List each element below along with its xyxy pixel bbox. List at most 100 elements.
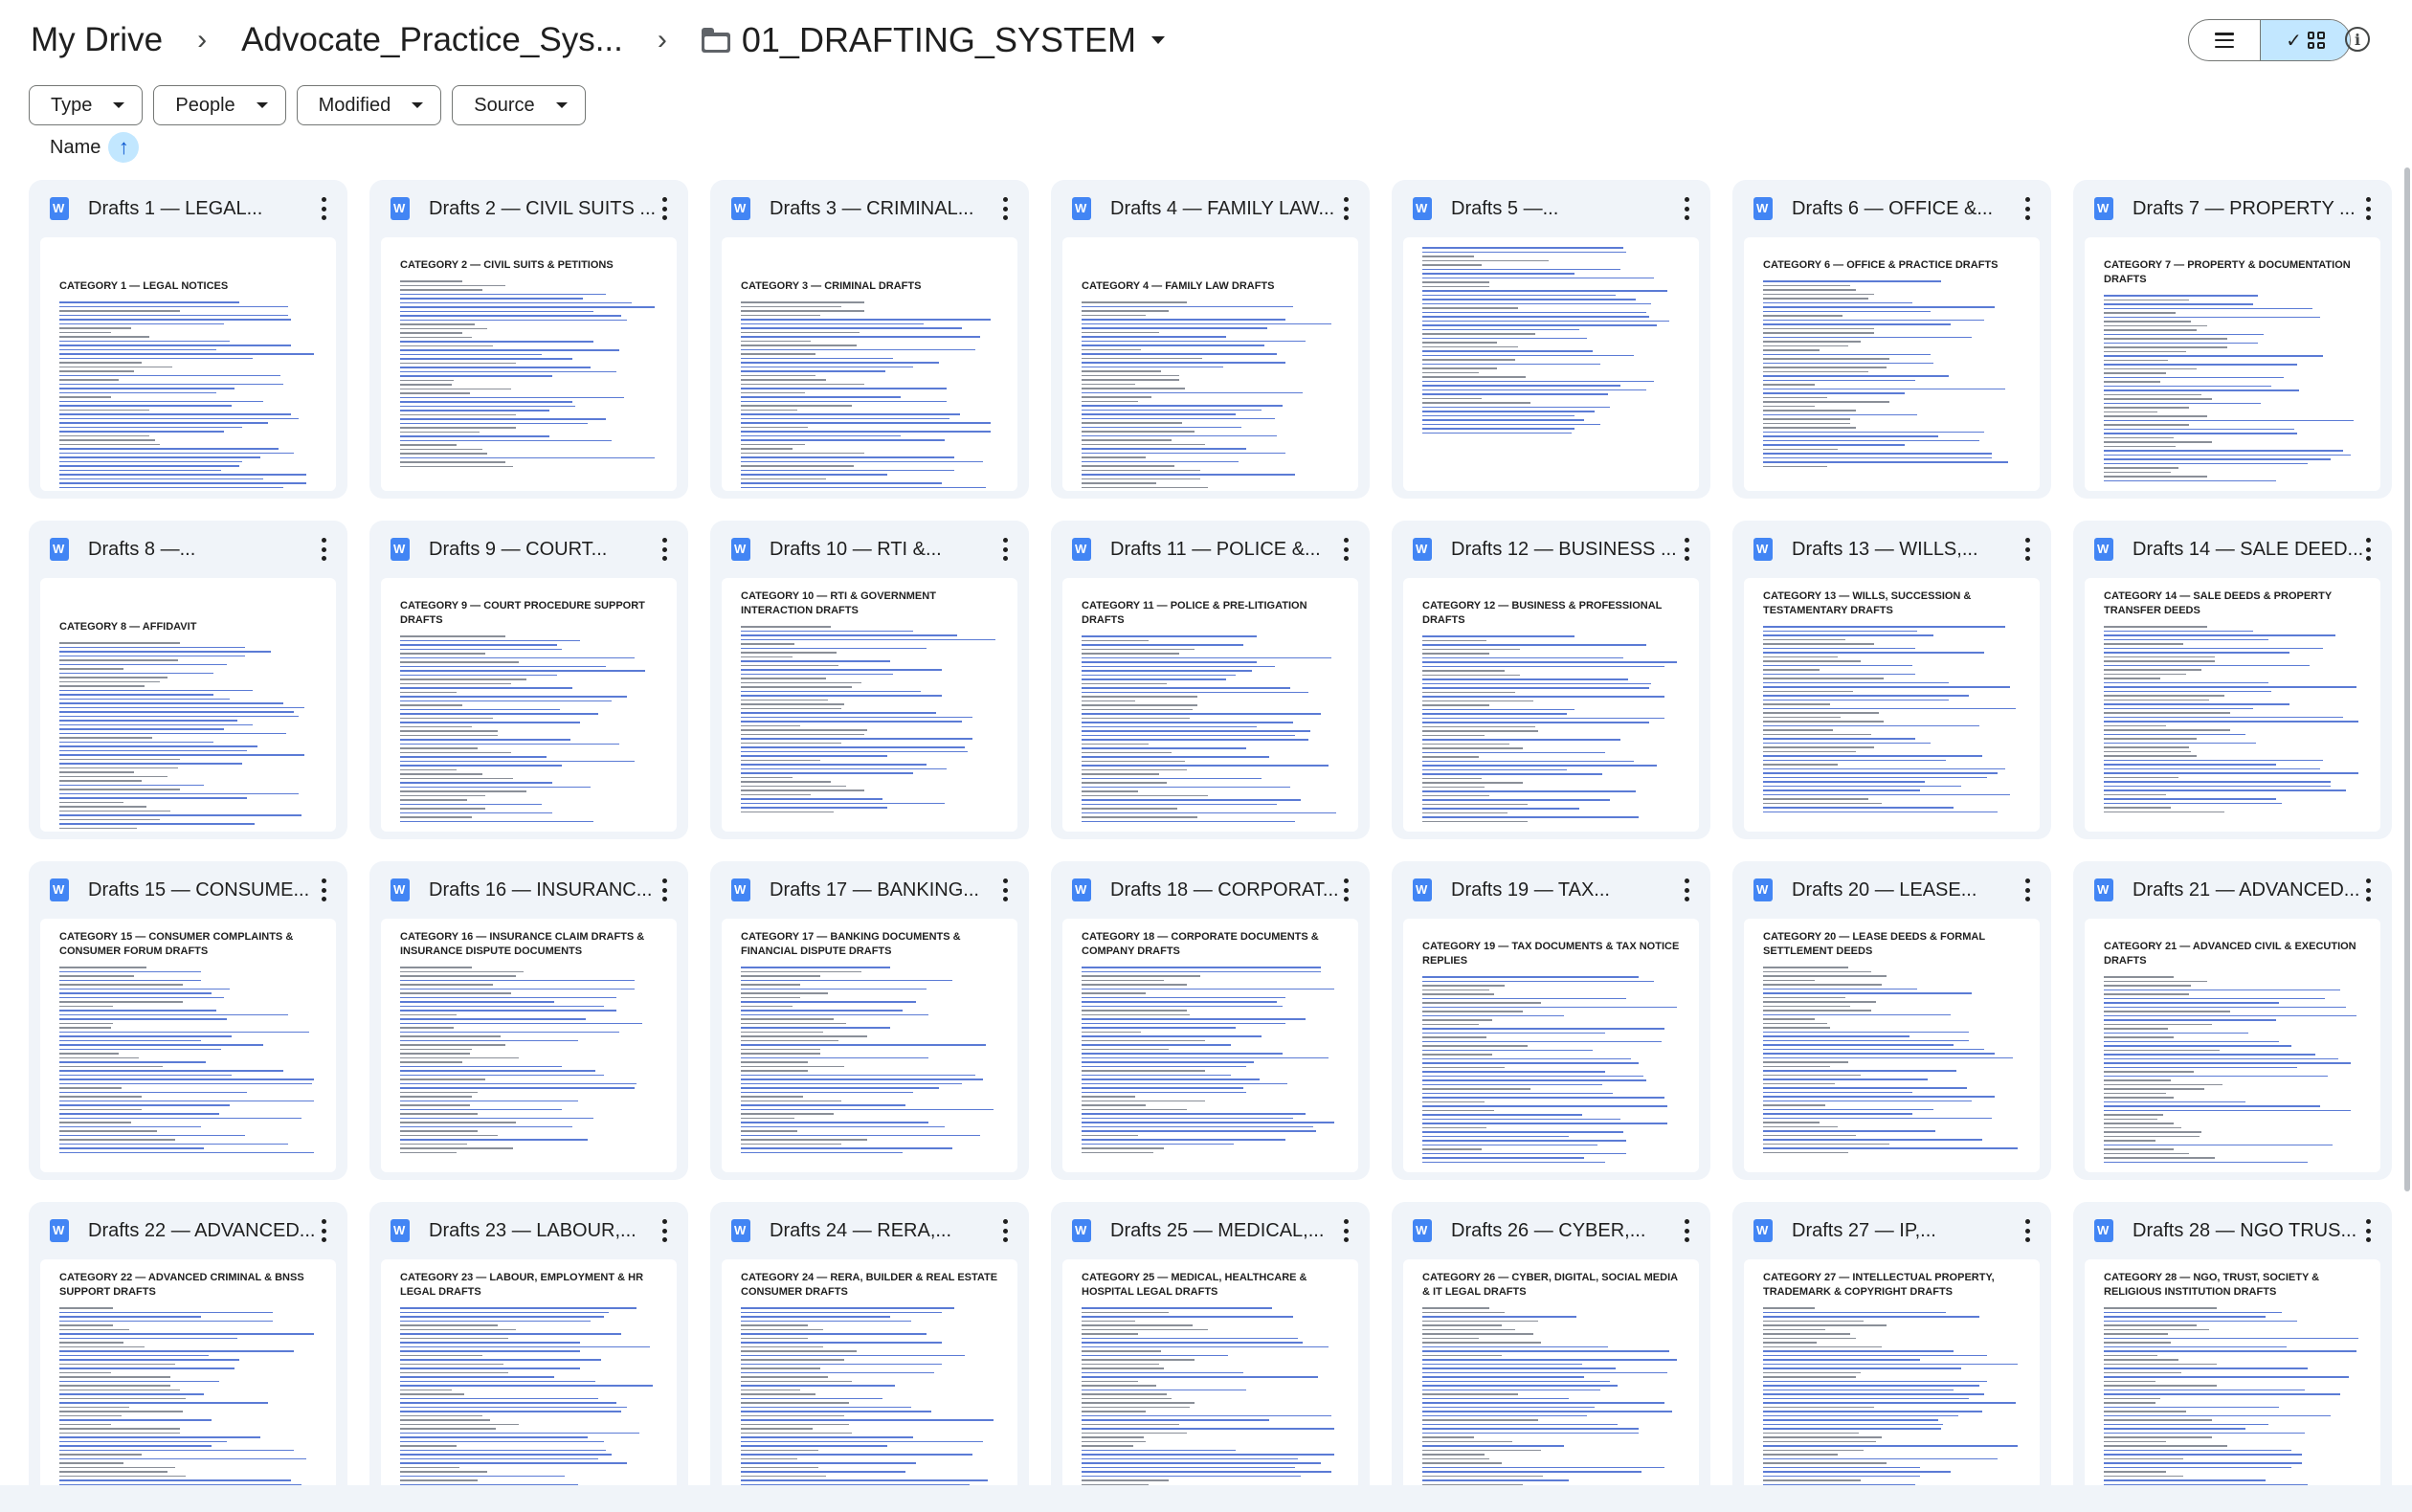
file-card-header: Drafts 13 — WILLS,... bbox=[1732, 521, 2051, 578]
word-doc-icon bbox=[731, 1219, 750, 1242]
document-heading: CATEGORY 8 — AFFIDAVIT bbox=[59, 621, 197, 633]
word-doc-icon bbox=[731, 538, 750, 561]
chevron-right-icon: › bbox=[197, 24, 208, 56]
document-text-preview bbox=[2104, 976, 2361, 1163]
file-card[interactable]: Drafts 2 — CIVIL SUITS ... CATEGORY 2 — C… bbox=[369, 180, 688, 499]
file-card[interactable]: Drafts 26 — CYBER,... CATEGORY 26 — CYBER… bbox=[1392, 1202, 1710, 1512]
more-options-icon[interactable] bbox=[1343, 878, 1349, 901]
more-options-icon[interactable] bbox=[2365, 538, 2371, 561]
breadcrumb-current-folder[interactable]: 01_DRAFTING_SYSTEM bbox=[700, 20, 1167, 60]
file-card[interactable]: Drafts 20 — LEASE... CATEGORY 20 — LEASE … bbox=[1732, 861, 2051, 1180]
sort-label: Name bbox=[50, 136, 101, 158]
file-card[interactable]: Drafts 17 — BANKING... CATEGORY 17 — BANK… bbox=[710, 861, 1029, 1180]
more-options-icon[interactable] bbox=[1002, 1219, 1008, 1242]
more-options-icon[interactable] bbox=[321, 197, 326, 220]
scrollbar[interactable] bbox=[2404, 167, 2410, 1191]
file-card[interactable]: Drafts 23 — LABOUR,... CATEGORY 23 — LABO… bbox=[369, 1202, 688, 1512]
more-options-icon[interactable] bbox=[661, 197, 667, 220]
breadcrumb-my-drive[interactable]: My Drive bbox=[29, 21, 165, 59]
arrow-up-icon[interactable]: ↑ bbox=[108, 132, 140, 163]
grid-view-button[interactable]: ✓ bbox=[2260, 20, 2350, 60]
more-options-icon[interactable] bbox=[2024, 538, 2030, 561]
more-options-icon[interactable] bbox=[321, 538, 326, 561]
more-options-icon[interactable] bbox=[321, 1219, 326, 1242]
more-options-icon[interactable] bbox=[321, 878, 326, 901]
info-icon[interactable]: i bbox=[2345, 27, 2370, 52]
grid-view-icon bbox=[2307, 32, 2325, 49]
file-title: Drafts 2 — CIVIL SUITS ... bbox=[429, 197, 657, 219]
document-text-preview bbox=[1763, 626, 2021, 812]
file-card[interactable]: Drafts 21 — ADVANCED... CATEGORY 21 — ADV… bbox=[2073, 861, 2392, 1180]
file-card[interactable]: Drafts 22 — ADVANCED... CATEGORY 22 — ADV… bbox=[29, 1202, 347, 1512]
file-card[interactable]: Drafts 13 — WILLS,... CATEGORY 13 — WILLS… bbox=[1732, 521, 2051, 839]
file-card[interactable]: Drafts 28 — NGO TRUS... CATEGORY 28 — NGO… bbox=[2073, 1202, 2392, 1512]
more-options-icon[interactable] bbox=[661, 878, 667, 901]
file-card-header: Drafts 21 — ADVANCED... bbox=[2073, 861, 2392, 919]
sort-control[interactable]: Name ↑ bbox=[50, 132, 140, 163]
file-title: Drafts 26 — CYBER,... bbox=[1451, 1219, 1646, 1241]
file-card[interactable]: Drafts 18 — CORPORAT... CATEGORY 18 — COR… bbox=[1051, 861, 1370, 1180]
more-options-icon[interactable] bbox=[1002, 538, 1008, 561]
file-card[interactable]: Drafts 3 — CRIMINAL... CATEGORY 3 — CRIMI… bbox=[710, 180, 1029, 499]
more-options-icon[interactable] bbox=[2024, 1219, 2030, 1242]
more-options-icon[interactable] bbox=[1684, 1219, 1689, 1242]
filter-chip-people[interactable]: People bbox=[153, 85, 286, 125]
file-card[interactable]: Drafts 10 — RTI &... CATEGORY 10 — RTI & … bbox=[710, 521, 1029, 839]
file-card[interactable]: Drafts 12 — BUSINESS ... CATEGORY 12 — BU… bbox=[1392, 521, 1710, 839]
more-options-icon[interactable] bbox=[1684, 197, 1689, 220]
more-options-icon[interactable] bbox=[1002, 197, 1008, 220]
file-card[interactable]: Drafts 6 — OFFICE &... CATEGORY 6 — OFFIC… bbox=[1732, 180, 2051, 499]
file-card[interactable]: Drafts 25 — MEDICAL,... CATEGORY 25 — MED… bbox=[1051, 1202, 1370, 1512]
document-heading: CATEGORY 11 — POLICE & PRE-LITIGATION DR… bbox=[1082, 600, 1307, 626]
document-text-preview bbox=[1422, 247, 1680, 434]
list-view-icon bbox=[2215, 33, 2234, 48]
more-options-icon[interactable] bbox=[2365, 878, 2371, 901]
filter-chip-modified[interactable]: Modified bbox=[296, 85, 442, 125]
file-thumbnail: CATEGORY 8 — AFFIDAVIT bbox=[40, 578, 336, 832]
word-doc-icon bbox=[1072, 197, 1091, 220]
more-options-icon[interactable] bbox=[661, 1219, 667, 1242]
word-doc-icon bbox=[391, 197, 410, 220]
word-doc-icon bbox=[1753, 878, 1773, 901]
word-doc-icon bbox=[2094, 538, 2113, 561]
file-title: Drafts 10 — RTI &... bbox=[770, 538, 942, 560]
file-card[interactable]: Drafts 8 —... CATEGORY 8 — AFFIDAVIT bbox=[29, 521, 347, 839]
document-text-preview bbox=[400, 1307, 658, 1494]
file-card[interactable]: Drafts 7 — PROPERTY ... CATEGORY 7 — PROP… bbox=[2073, 180, 2392, 499]
file-card[interactable]: Drafts 5 —... bbox=[1392, 180, 1710, 499]
file-card[interactable]: Drafts 27 — IP,... CATEGORY 27 — INTELLEC… bbox=[1732, 1202, 2051, 1512]
file-card-header: Drafts 26 — CYBER,... bbox=[1392, 1202, 1710, 1259]
file-card[interactable]: Drafts 15 — CONSUME... CATEGORY 15 — CONS… bbox=[29, 861, 347, 1180]
more-options-icon[interactable] bbox=[1343, 538, 1349, 561]
more-options-icon[interactable] bbox=[1343, 1219, 1349, 1242]
more-options-icon[interactable] bbox=[2024, 197, 2030, 220]
more-options-icon[interactable] bbox=[1684, 878, 1689, 901]
file-thumbnail: CATEGORY 26 — CYBER, DIGITAL, SOCIAL MED… bbox=[1403, 1259, 1699, 1512]
file-card-header: Drafts 19 — TAX... bbox=[1392, 861, 1710, 919]
more-options-icon[interactable] bbox=[2365, 1219, 2371, 1242]
more-options-icon[interactable] bbox=[1684, 538, 1689, 561]
file-card[interactable]: Drafts 1 — LEGAL... CATEGORY 1 — LEGAL NO… bbox=[29, 180, 347, 499]
more-options-icon[interactable] bbox=[2024, 878, 2030, 901]
more-options-icon[interactable] bbox=[661, 538, 667, 561]
more-options-icon[interactable] bbox=[1343, 197, 1349, 220]
file-card[interactable]: Drafts 16 — INSURANC... CATEGORY 16 — INS… bbox=[369, 861, 688, 1180]
file-title: Drafts 11 — POLICE &... bbox=[1110, 538, 1321, 560]
file-card[interactable]: Drafts 14 — SALE DEED... CATEGORY 14 — SA… bbox=[2073, 521, 2392, 839]
more-options-icon[interactable] bbox=[2365, 197, 2371, 220]
drive-header: My Drive › Advocate_Practice_Sys... › 01… bbox=[0, 0, 2412, 80]
file-card[interactable]: Drafts 24 — RERA,... CATEGORY 24 — RERA, … bbox=[710, 1202, 1029, 1512]
breadcrumb-parent-folder[interactable]: Advocate_Practice_Sys... bbox=[239, 21, 625, 59]
file-card[interactable]: Drafts 11 — POLICE &... CATEGORY 11 — POL… bbox=[1051, 521, 1370, 839]
filter-chip-type[interactable]: Type bbox=[29, 85, 144, 125]
document-heading: CATEGORY 22 — ADVANCED CRIMINAL & BNSS S… bbox=[59, 1272, 304, 1298]
view-toggle: ✓ bbox=[2188, 19, 2351, 61]
filter-chip-source[interactable]: Source bbox=[452, 85, 586, 125]
list-view-button[interactable] bbox=[2189, 20, 2260, 60]
document-text-preview bbox=[59, 1307, 317, 1494]
more-options-icon[interactable] bbox=[1002, 878, 1008, 901]
file-card[interactable]: Drafts 4 — FAMILY LAW... CATEGORY 4 — FAM… bbox=[1051, 180, 1370, 499]
file-card[interactable]: Drafts 9 — COURT... CATEGORY 9 — COURT PR… bbox=[369, 521, 688, 839]
file-card[interactable]: Drafts 19 — TAX... CATEGORY 19 — TAX DOCU… bbox=[1392, 861, 1710, 1180]
file-thumbnail: CATEGORY 9 — COURT PROCEDURE SUPPORT DRA… bbox=[381, 578, 677, 832]
